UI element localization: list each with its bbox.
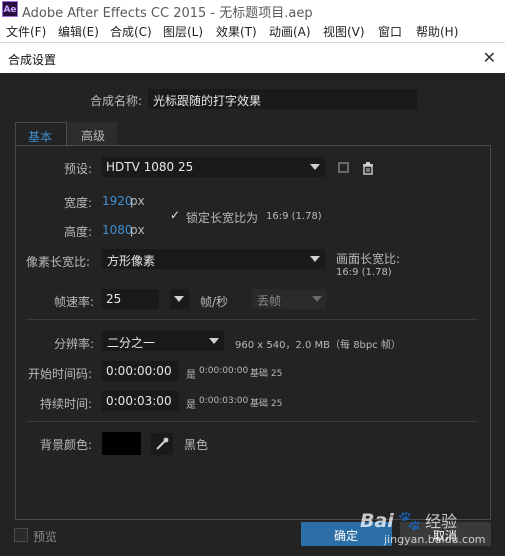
height-unit: px: [130, 223, 145, 237]
menu-layer[interactable]: 图层(L): [163, 23, 203, 40]
comp-name-value: 光标跟随的打字效果: [153, 94, 262, 108]
resolution-label: 分辨率:: [54, 337, 95, 351]
frame-aspect-value: 16:9 (1.78): [336, 267, 392, 278]
height-value[interactable]: 1080: [102, 223, 133, 237]
paw-icon: 🐾: [397, 510, 422, 532]
tab-basic[interactable]: 基本: [15, 122, 67, 147]
chevron-down-icon: [310, 256, 320, 262]
dialog-title: 合成设置: [8, 53, 57, 67]
resolution-info: 960 x 540，2.0 MB（每 8bpc 帧）: [235, 340, 401, 351]
fps-value: 25: [106, 292, 122, 306]
drop-frame-dropdown: 丢帧: [252, 289, 326, 309]
app-title: Adobe After Effects CC 2015 - 无标题项目.aep: [22, 6, 313, 21]
start-timecode-info: 0:00:00:00: [199, 366, 249, 376]
pixel-aspect-label: 像素长宽比:: [26, 255, 91, 269]
start-timecode-value: 0:00:00:00: [106, 364, 172, 378]
divider: [26, 319, 478, 320]
bg-color-label: 背景颜色:: [40, 438, 93, 452]
baidu-watermark: Bai 🐾 经验: [360, 508, 457, 532]
preset-label: 预设:: [64, 162, 93, 176]
duration-info: 0:00:03:00: [199, 396, 249, 406]
start-timecode-is: 是: [186, 370, 196, 381]
resolution-value: 二分之一: [107, 336, 156, 350]
chevron-down-icon: [312, 296, 322, 302]
ok-button-label: 确定: [334, 529, 359, 543]
preview-label: 预览: [33, 530, 58, 544]
chevron-down-icon: [310, 164, 320, 170]
preset-dropdown[interactable]: HDTV 1080 25: [102, 157, 325, 177]
start-timecode-base: 基础 25: [250, 369, 283, 379]
duration-value: 0:00:03:00: [106, 394, 172, 408]
eyedropper-icon[interactable]: [151, 433, 173, 455]
start-timecode-input[interactable]: 0:00:00:00: [102, 361, 179, 381]
watermark-brand2: 经验: [425, 512, 458, 531]
frame-aspect-label: 画面长宽比:: [336, 252, 401, 266]
lock-aspect-ratio: 16:9 (1.78): [266, 211, 322, 222]
menu-edit[interactable]: 编辑(E): [58, 23, 99, 40]
menu-help[interactable]: 帮助(H): [416, 23, 458, 40]
comp-name-input[interactable]: 光标跟随的打字效果: [148, 89, 417, 109]
height-label: 高度:: [64, 225, 93, 239]
dialog-title-bar: 合成设置 ✕: [0, 43, 505, 73]
chevron-down-icon: [174, 296, 184, 302]
bg-color-name: 黑色: [184, 438, 209, 452]
resolution-dropdown[interactable]: 二分之一: [102, 331, 224, 351]
duration-is: 是: [186, 400, 196, 411]
menu-effect[interactable]: 效果(T): [216, 23, 257, 40]
tab-basic-label: 基本: [28, 130, 53, 144]
divider: [26, 421, 478, 422]
width-value[interactable]: 1920: [102, 194, 133, 208]
preview-checkbox[interactable]: [14, 528, 28, 542]
menu-composition[interactable]: 合成(C): [110, 23, 152, 40]
comp-name-label: 合成名称:: [90, 94, 143, 108]
fps-dropdown[interactable]: [170, 289, 189, 309]
menu-animation[interactable]: 动画(A): [269, 23, 311, 40]
start-timecode-label: 开始时间码:: [28, 367, 93, 381]
tab-advanced-label: 高级: [81, 129, 106, 143]
menu-window[interactable]: 窗口: [378, 23, 402, 40]
drop-frame-value: 丢帧: [257, 294, 282, 308]
lock-aspect-label: 锁定长宽比为: [186, 211, 259, 225]
save-preset-icon[interactable]: [336, 160, 352, 176]
menu-view[interactable]: 视图(V): [323, 23, 365, 40]
lock-aspect-checkbox[interactable]: ✓: [170, 208, 180, 222]
duration-input[interactable]: 0:00:03:00: [102, 391, 179, 411]
close-icon[interactable]: ✕: [483, 48, 496, 67]
fps-unit: 帧/秒: [200, 295, 229, 309]
menu-file[interactable]: 文件(F): [6, 23, 46, 40]
trash-icon[interactable]: [360, 160, 376, 176]
preset-value: HDTV 1080 25: [106, 160, 194, 174]
width-unit: px: [130, 194, 145, 208]
menu-bar: 文件(F) 编辑(E) 合成(C) 图层(L) 效果(T) 动画(A) 视图(V…: [0, 20, 505, 42]
after-effects-logo-icon: Ae: [2, 1, 18, 17]
fps-input[interactable]: 25: [102, 289, 159, 309]
chevron-down-icon: [209, 338, 219, 344]
width-label: 宽度:: [64, 196, 93, 210]
duration-base: 基础 25: [250, 399, 283, 409]
watermark-url: jingyan.baidu.com: [384, 533, 486, 546]
pixel-aspect-dropdown[interactable]: 方形像素: [102, 249, 325, 269]
tab-advanced[interactable]: 高级: [67, 122, 117, 146]
duration-label: 持续时间:: [40, 397, 93, 411]
fps-label: 帧速率:: [54, 295, 95, 309]
pixel-aspect-value: 方形像素: [107, 254, 156, 268]
bg-color-swatch[interactable]: [102, 432, 141, 455]
app-title-bar: Ae Adobe After Effects CC 2015 - 无标题项目.a…: [0, 0, 505, 21]
watermark-brand: Bai: [360, 510, 394, 532]
